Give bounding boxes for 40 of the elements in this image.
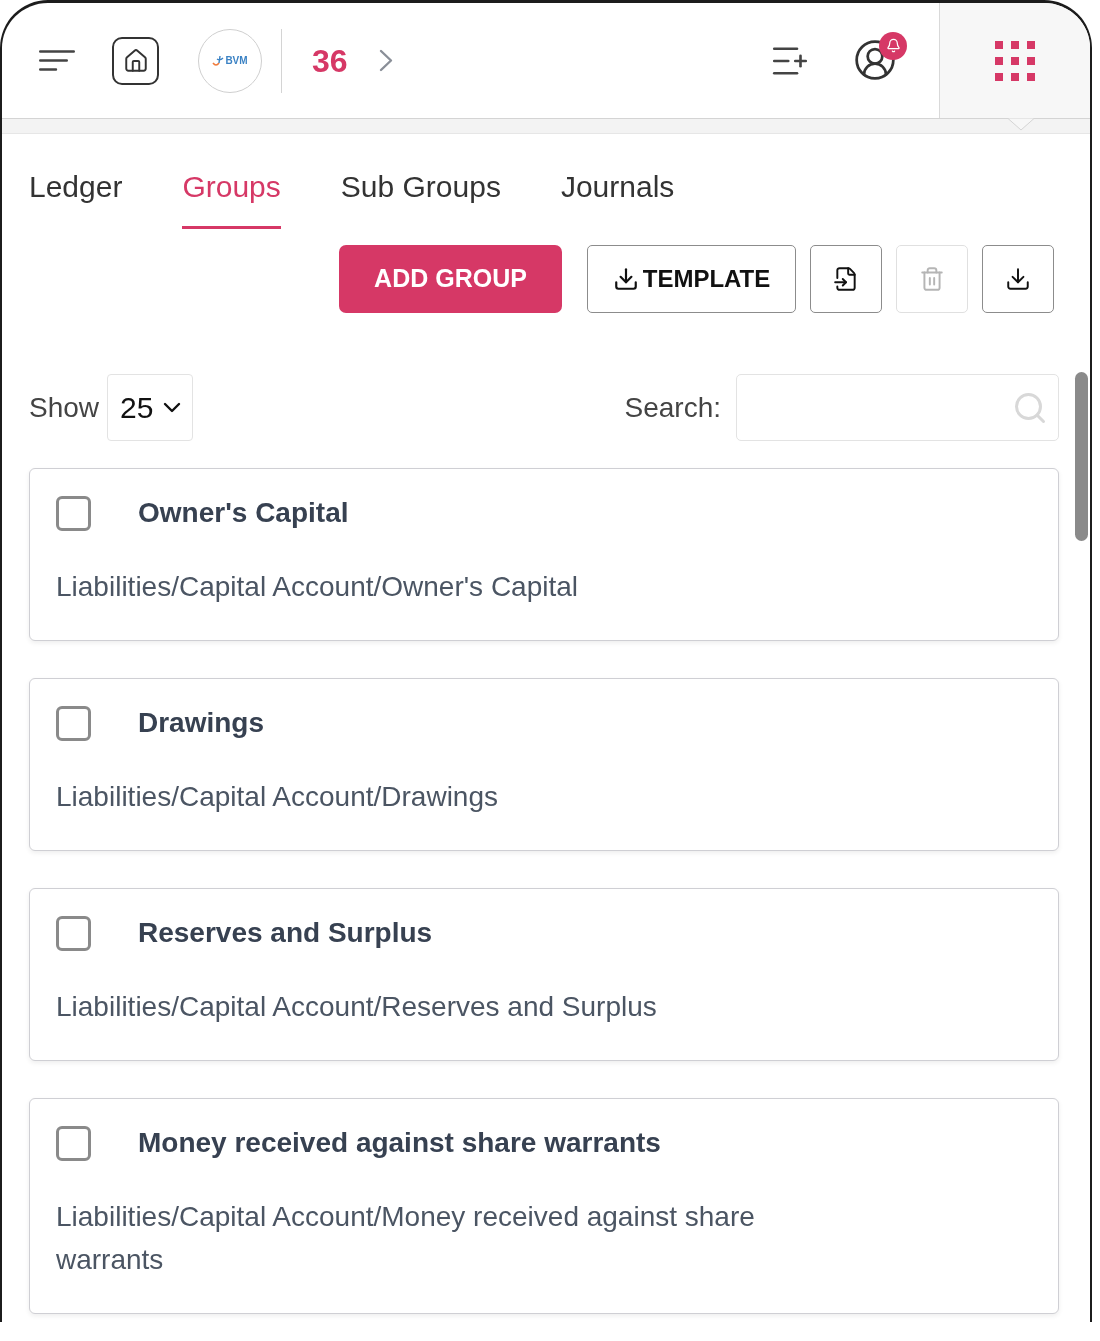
menu-icon[interactable] [39,50,75,71]
group-path: Liabilities/Capital Account/Drawings [56,780,499,814]
group-name: Owner's Capital [138,496,349,530]
chevron-right-icon[interactable] [378,49,393,72]
apps-button[interactable] [939,3,1090,118]
tab[interactable]: Journals [560,169,675,229]
trash-icon [919,266,945,292]
search-field[interactable] [736,374,1059,441]
group-path: Liabilities/Capital Account/Reserves and Surplus [56,990,658,1024]
checkbox[interactable] [56,705,91,741]
scrollbar-thumb[interactable] [1075,372,1088,541]
template-button[interactable]: TEMPLATE [587,245,796,313]
show-label: Show [29,390,100,425]
checkbox[interactable] [56,1125,91,1161]
tab[interactable]: Ledger [29,169,123,229]
tab[interactable]: Groups [182,169,281,229]
group-path: Liabilities/Capital Account/Owner's Capital [56,570,580,604]
group-name: Money received against share warrants [138,1126,661,1160]
page-length-select[interactable]: 25 [107,374,194,441]
count-label: 36 [312,44,348,77]
grid-icon [995,40,1035,81]
tab[interactable]: Sub Groups [340,169,501,229]
profile-button[interactable] [853,31,907,82]
bell-badge-icon [879,31,907,60]
download-button[interactable] [982,245,1054,313]
home-button[interactable] [112,36,159,85]
home-icon [122,47,149,74]
logo-swoosh-icon [212,54,225,67]
add-group-button[interactable]: ADD GROUP [339,245,562,313]
checkbox[interactable] [56,915,91,951]
chevron-down-icon [163,402,182,413]
group-path: Liabilities/Capital Account/Money received against share warrants [56,1200,756,1277]
group-name: Reserves and Surplus [138,916,433,950]
download-icon [1005,266,1031,292]
download-icon [612,266,639,292]
import-button[interactable] [810,245,882,313]
logo-text: BVM [225,55,248,66]
group-name: Drawings [138,706,265,740]
checkbox[interactable] [56,495,91,531]
search-label: Search: [624,390,721,425]
